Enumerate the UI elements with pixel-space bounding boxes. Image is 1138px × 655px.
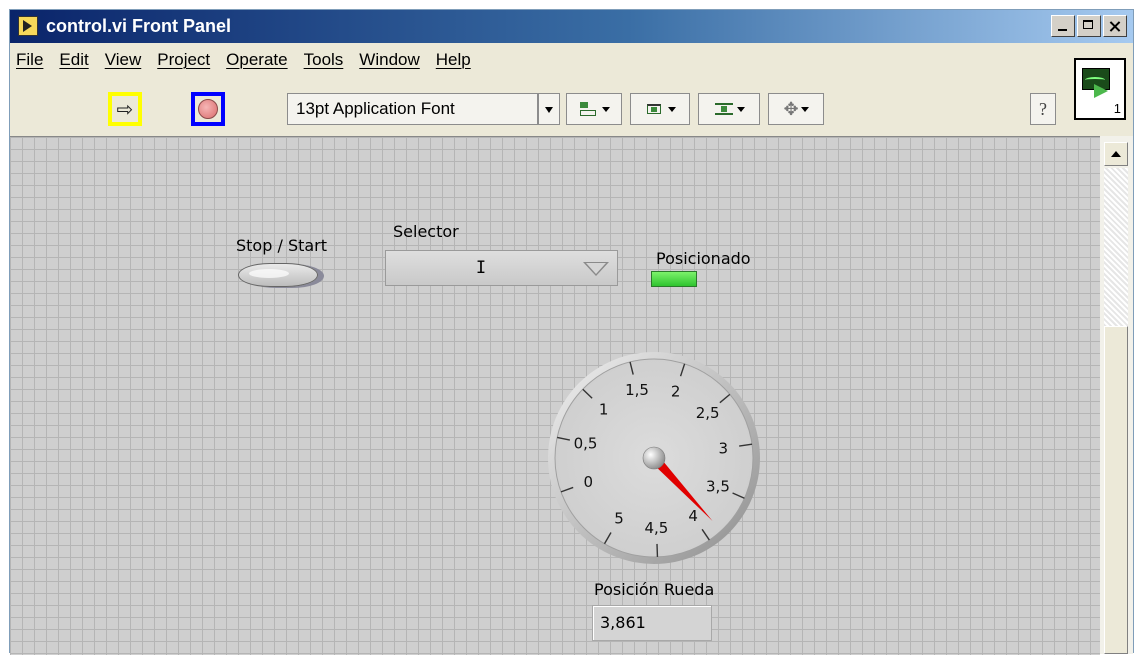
posicion-rueda-value: 3,861 bbox=[600, 613, 646, 632]
gauge-tick-label: 2 bbox=[671, 382, 681, 400]
distribute-objects-icon bbox=[644, 100, 666, 118]
menu-window[interactable]: Window bbox=[351, 50, 427, 70]
menu-help[interactable]: Help bbox=[428, 50, 479, 70]
scroll-up-icon[interactable] bbox=[1104, 142, 1128, 166]
title-bar[interactable]: control.vi Front Panel bbox=[10, 10, 1133, 43]
menu-tools[interactable]: Tools bbox=[296, 50, 352, 70]
gauge-tick-label: 1 bbox=[599, 400, 609, 418]
vi-icon-number: 1 bbox=[1114, 101, 1121, 116]
stop-start-label: Stop / Start bbox=[236, 236, 327, 255]
gauge-tick-label: 3 bbox=[719, 439, 729, 457]
gauge-hub bbox=[643, 447, 665, 469]
menu-edit[interactable]: Edit bbox=[51, 50, 96, 70]
distribute-objects-button[interactable] bbox=[630, 93, 690, 125]
menu-view[interactable]: View bbox=[97, 50, 150, 70]
posicion-rueda-label: Posición Rueda bbox=[594, 580, 714, 599]
arrow-icon bbox=[1094, 84, 1108, 98]
context-help-button[interactable]: ? bbox=[1030, 93, 1056, 125]
labview-vi-icon[interactable] bbox=[18, 16, 38, 36]
menu-operate[interactable]: Operate bbox=[218, 50, 295, 70]
vertical-scrollbar[interactable] bbox=[1100, 136, 1133, 654]
gauge-tick-label: 2,5 bbox=[696, 404, 720, 422]
gauge-tick-label: 4 bbox=[688, 507, 698, 525]
chevron-down-icon bbox=[668, 107, 676, 112]
gauge-tick-label: 0,5 bbox=[574, 434, 598, 452]
font-selector-dropdown-icon[interactable] bbox=[538, 93, 560, 125]
menu-project[interactable]: Project bbox=[149, 50, 218, 70]
selector-label: Selector bbox=[393, 222, 459, 241]
posicion-rueda-gauge: 0 0,51 1,5 2 2,5 3 3,5 4 4,5 5 bbox=[546, 350, 762, 566]
minimize-button[interactable] bbox=[1051, 15, 1075, 37]
stop-circle-icon bbox=[198, 99, 218, 119]
abort-button[interactable] bbox=[191, 92, 225, 126]
gauge-tick-label: 1,5 bbox=[625, 381, 649, 399]
maximize-button[interactable] bbox=[1077, 15, 1101, 37]
chevron-down-icon bbox=[737, 107, 745, 112]
toolbar: ⇨ 13pt Application Font ✥ ? bbox=[10, 77, 1072, 135]
resize-objects-button[interactable] bbox=[698, 93, 760, 125]
run-arrow-icon: ⇨ bbox=[112, 96, 138, 122]
posicionado-led bbox=[651, 271, 697, 287]
gauge-tick-label: 0 bbox=[583, 473, 593, 491]
gauge-tick-label: 4,5 bbox=[645, 519, 669, 537]
window-controls bbox=[1051, 15, 1127, 37]
help-icon: ? bbox=[1039, 99, 1047, 120]
selector-value: I bbox=[386, 258, 576, 278]
reorder-button[interactable]: ✥ bbox=[768, 93, 824, 125]
gauge-tick-label: 3,5 bbox=[706, 477, 730, 495]
font-selector[interactable]: 13pt Application Font bbox=[287, 93, 538, 125]
triangle-down-icon bbox=[583, 262, 609, 276]
resize-objects-icon bbox=[713, 100, 735, 118]
window-title: control.vi Front Panel bbox=[46, 15, 231, 37]
close-button[interactable] bbox=[1103, 15, 1127, 37]
chevron-down-icon bbox=[602, 107, 610, 112]
stop-start-toggle[interactable] bbox=[238, 263, 318, 287]
scroll-thumb[interactable] bbox=[1104, 326, 1128, 654]
align-objects-icon bbox=[578, 100, 600, 118]
vi-connector-icon[interactable]: 1 bbox=[1074, 58, 1126, 120]
gauge-tick-label: 5 bbox=[614, 510, 624, 528]
run-button[interactable]: ⇨ bbox=[108, 92, 142, 126]
menu-file[interactable]: File bbox=[10, 50, 51, 70]
scroll-track[interactable] bbox=[1104, 168, 1128, 326]
reorder-icon: ✥ bbox=[783, 99, 798, 120]
align-objects-button[interactable] bbox=[566, 93, 622, 125]
menu-bar: File Edit View Project Operate Tools Win… bbox=[10, 43, 1072, 77]
chevron-down-icon bbox=[801, 107, 809, 112]
abort-execution-icon bbox=[195, 96, 221, 122]
posicion-rueda-indicator: 3,861 bbox=[592, 605, 712, 641]
posicionado-label: Posicionado bbox=[656, 249, 751, 268]
selector-ring[interactable]: I bbox=[385, 250, 618, 286]
